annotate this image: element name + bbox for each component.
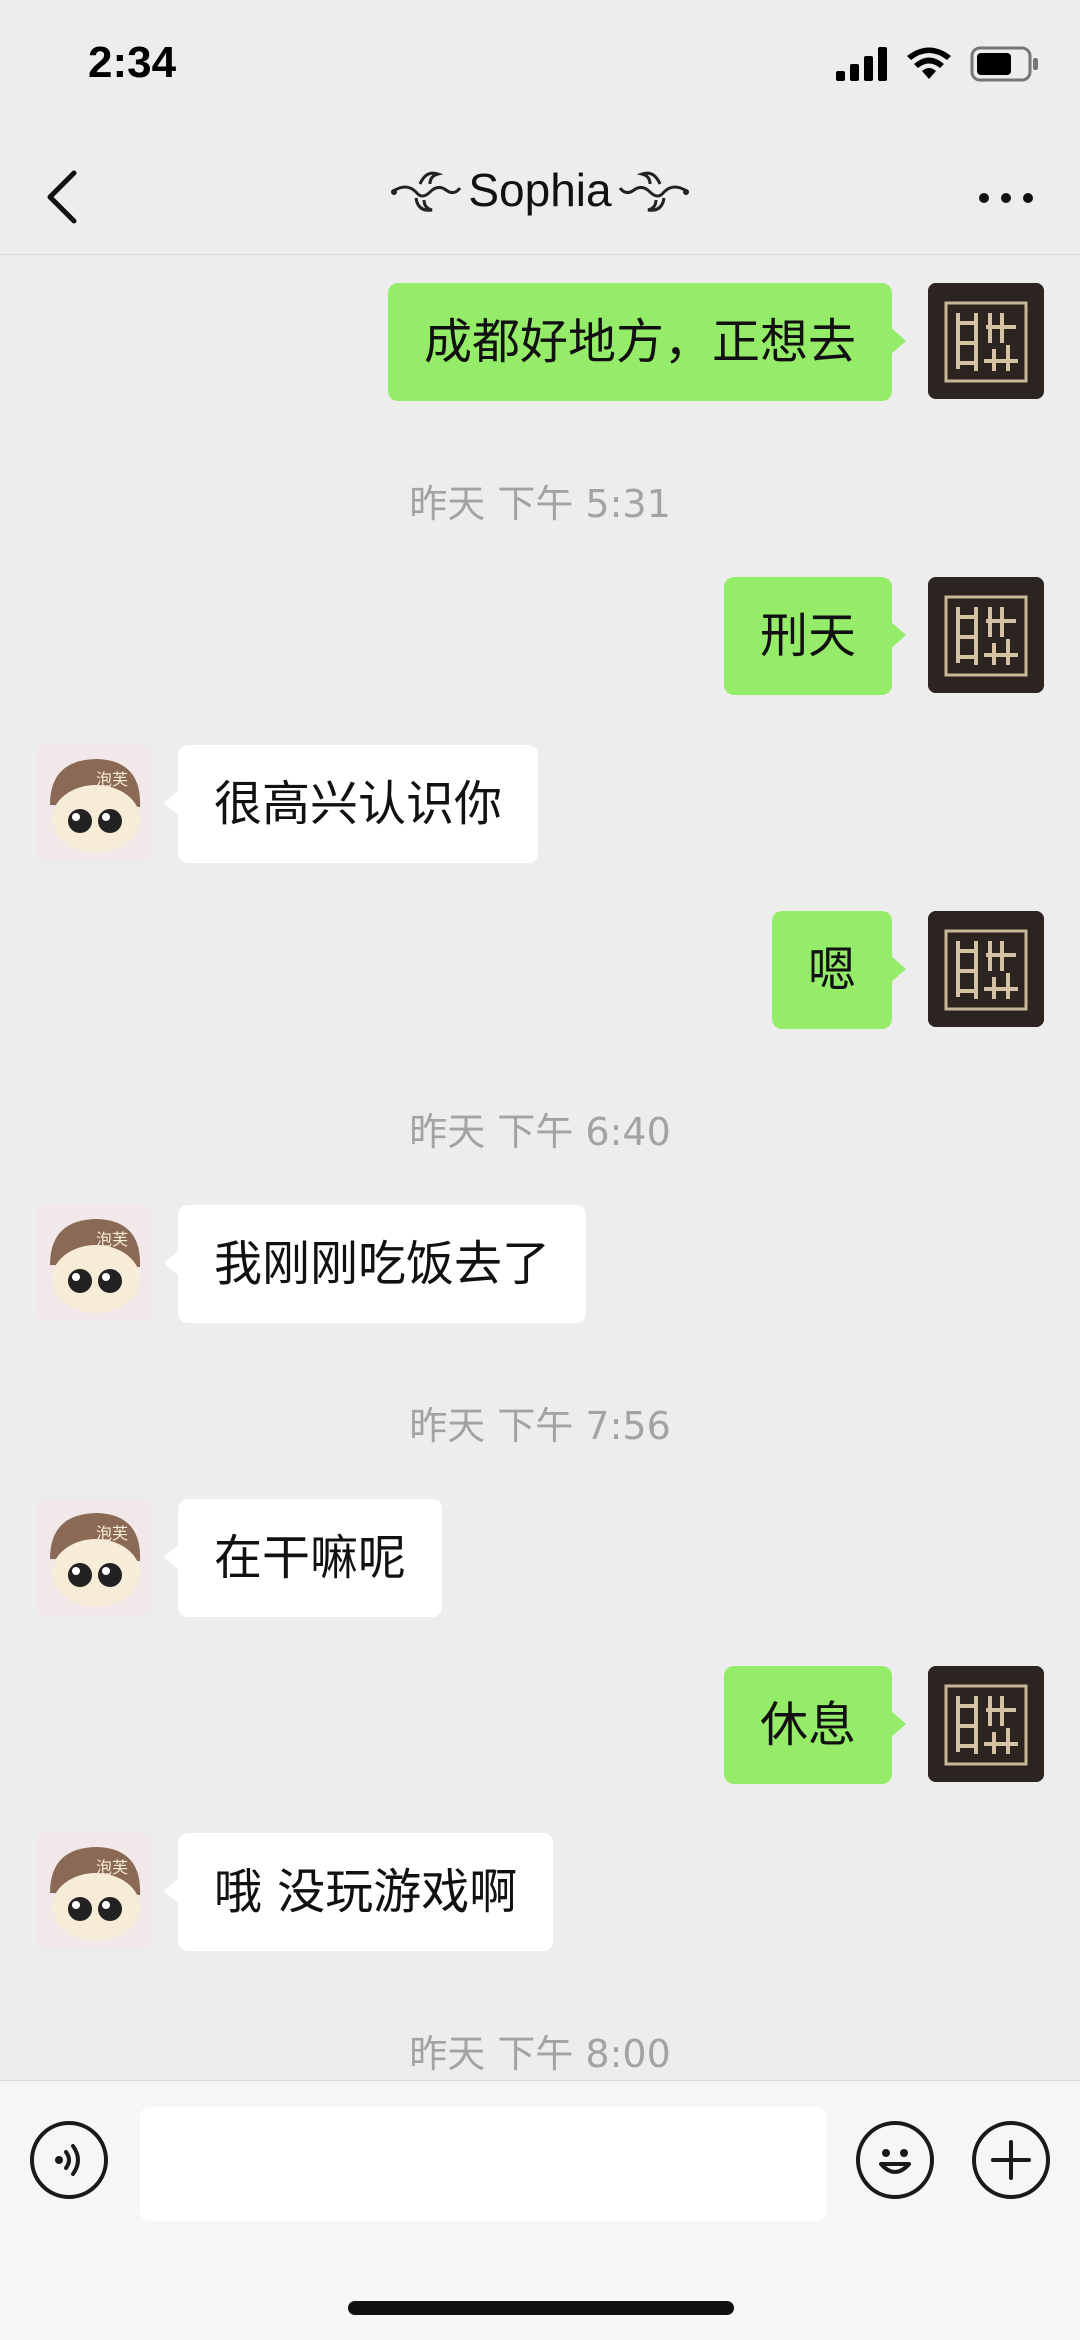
message-row: 嗯 bbox=[0, 911, 1080, 1029]
cartoon-avatar-icon: 泡芙 bbox=[36, 1833, 152, 1949]
status-bar: 2:34 bbox=[0, 0, 1080, 140]
signal-icon bbox=[836, 47, 887, 81]
wifi-icon bbox=[907, 47, 951, 79]
message-bubble-received[interactable]: 我刚刚吃饭去了 bbox=[163, 1205, 587, 1323]
message-row: 泡芙 哦 没玩游戏啊 bbox=[0, 1833, 1080, 1951]
svg-text:泡芙: 泡芙 bbox=[96, 1858, 128, 1877]
home-indicator[interactable] bbox=[348, 2301, 734, 2315]
timestamp: 昨天 下午 8:00 bbox=[409, 2032, 671, 2076]
message-row: 泡芙 我刚刚吃饭去了 bbox=[0, 1205, 1080, 1323]
status-icons bbox=[836, 46, 1040, 82]
chat-area[interactable]: 成都好地方，正想去 昨天 下午 5:31 刑天 泡芙 很高兴认识你 嗯 昨天 下… bbox=[0, 255, 1080, 2080]
message-row: 休息 bbox=[0, 1666, 1080, 1784]
voice-icon bbox=[55, 2144, 80, 2176]
voice-button[interactable] bbox=[30, 2121, 108, 2199]
battery-icon bbox=[970, 46, 1038, 82]
seal-avatar-icon bbox=[928, 283, 1044, 399]
svg-text:泡芙: 泡芙 bbox=[96, 1230, 128, 1249]
svg-text:泡芙: 泡芙 bbox=[96, 770, 128, 789]
message-input[interactable] bbox=[140, 2107, 826, 2221]
my-avatar[interactable] bbox=[928, 283, 1044, 399]
message-bubble-received[interactable]: 在干嘛呢 bbox=[163, 1499, 443, 1617]
timestamp: 昨天 下午 6:40 bbox=[409, 1110, 671, 1154]
my-avatar[interactable] bbox=[928, 1666, 1044, 1782]
message-row: 刑天 bbox=[0, 577, 1080, 695]
cartoon-avatar-icon: 泡芙 bbox=[36, 1499, 152, 1615]
plus-button[interactable] bbox=[972, 2121, 1050, 2199]
status-time: 2:34 bbox=[88, 38, 177, 87]
more-dots-icon bbox=[979, 193, 1033, 203]
timestamp: 昨天 下午 5:31 bbox=[409, 482, 671, 526]
emoji-icon bbox=[879, 2149, 911, 2174]
cartoon-avatar-icon: 泡芙 bbox=[36, 1205, 152, 1321]
contact-avatar[interactable]: 泡芙 bbox=[36, 1833, 152, 1949]
message-bubble-sent[interactable]: 成都好地方，正想去 bbox=[387, 283, 907, 401]
more-button[interactable] bbox=[976, 170, 1036, 226]
ornament-left-icon bbox=[391, 171, 462, 212]
chat-header: Sophia bbox=[0, 140, 1080, 255]
message-row: 成都好地方，正想去 bbox=[0, 283, 1080, 401]
svg-text:泡芙: 泡芙 bbox=[96, 1524, 128, 1543]
message-bubble-sent[interactable]: 刑天 bbox=[723, 577, 907, 695]
message-row: 泡芙 在干嘛呢 bbox=[0, 1499, 1080, 1617]
ornament-right-icon bbox=[618, 171, 689, 212]
input-bar bbox=[0, 2080, 1080, 2340]
cartoon-avatar-icon: 泡芙 bbox=[36, 745, 152, 861]
message-bubble-sent[interactable]: 嗯 bbox=[771, 911, 907, 1029]
contact-avatar[interactable]: 泡芙 bbox=[36, 1205, 152, 1321]
message-bubble-received[interactable]: 哦 没玩游戏啊 bbox=[163, 1833, 554, 1951]
timestamp: 昨天 下午 7:56 bbox=[409, 1404, 671, 1448]
chat-title: Sophia bbox=[0, 162, 1080, 218]
seal-avatar-icon bbox=[928, 911, 1044, 1027]
emoji-button[interactable] bbox=[856, 2121, 934, 2199]
contact-avatar[interactable]: 泡芙 bbox=[36, 1499, 152, 1615]
seal-avatar-icon bbox=[928, 577, 1044, 693]
plus-icon bbox=[991, 2140, 1031, 2180]
seal-avatar-icon bbox=[928, 1666, 1044, 1782]
message-bubble-received[interactable]: 很高兴认识你 bbox=[163, 745, 539, 863]
contact-avatar[interactable]: 泡芙 bbox=[36, 745, 152, 861]
message-bubble-sent[interactable]: 休息 bbox=[723, 1666, 907, 1784]
message-row: 泡芙 很高兴认识你 bbox=[0, 745, 1080, 863]
chat-title-text: Sophia bbox=[468, 164, 612, 216]
my-avatar[interactable] bbox=[928, 577, 1044, 693]
my-avatar[interactable] bbox=[928, 911, 1044, 1027]
